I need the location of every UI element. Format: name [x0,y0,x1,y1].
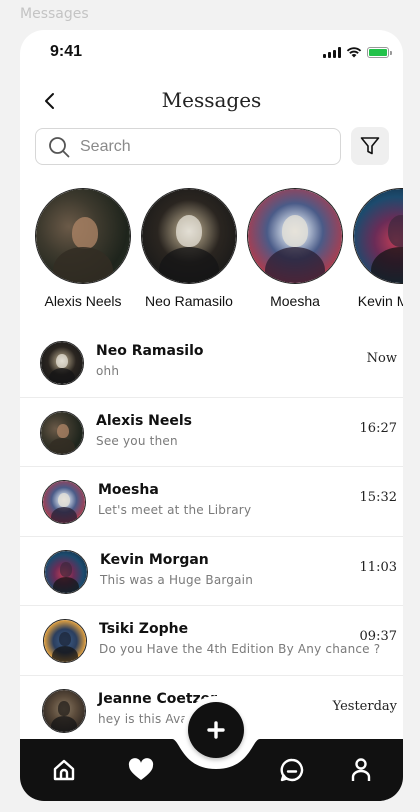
search-input[interactable] [80,137,320,156]
status-icons [323,46,392,58]
message-preview: ohh [96,364,120,378]
status-time: 9:41 [50,43,83,60]
avatar [44,549,88,594]
story-avatar [247,188,343,284]
message-preview: Let's meet at the Library [98,503,252,517]
message-time: 16:27 [359,420,397,436]
avatar [42,688,86,733]
avatar [40,410,84,455]
story-avatar [353,188,403,284]
contact-name: Tsiki Zophe [99,621,189,637]
story-avatar [141,188,237,284]
story-name: Alexis Neels [44,293,122,309]
story-item[interactable]: Kevin Morgan [353,188,403,309]
story-name: Neo Ramasilo [145,293,233,309]
search-bar[interactable] [35,128,341,165]
frame-label: Messages [20,6,89,22]
story-avatar [35,188,131,284]
message-time: 09:37 [359,629,397,644]
filter-icon [360,137,380,155]
contact-name: Moesha [98,482,159,498]
message-time: 15:32 [359,490,397,505]
stories-row: Alexis Neels Neo Ramasilo Moesha Kevin M… [20,188,403,312]
story-item[interactable]: Alexis Neels [35,188,131,309]
story-item[interactable]: Neo Ramasilo [141,188,237,309]
message-time: Yesterday [332,698,397,714]
message-preview: See you then [96,433,178,448]
message-preview: This was a Huge Bargain [100,572,254,587]
message-row[interactable]: Kevin Morgan This was a Huge Bargain 11:… [20,537,403,606]
contact-name: Alexis Neels [96,412,193,429]
header: Messages [20,86,403,116]
tab-messages[interactable] [278,756,306,784]
tab-profile[interactable] [347,756,375,784]
tab-home[interactable] [50,756,78,784]
battery-icon [367,46,392,58]
signal-icon [323,46,341,58]
wifi-icon [346,47,362,58]
story-name: Moesha [270,293,320,309]
message-time: Now [366,351,397,366]
story-item[interactable]: Moesha [247,188,343,309]
new-message-button[interactable] [188,702,244,758]
plus-icon [207,721,225,739]
contact-name: Kevin Morgan [100,551,209,568]
message-row[interactable]: Moesha Let's meet at the Library 15:32 [20,467,403,537]
avatar [40,341,84,385]
status-bar: 9:41 [20,30,403,74]
home-icon [53,759,75,781]
message-preview: Do you Have the 4th Edition By Any chanc… [99,642,381,656]
story-name: Kevin Morgan [357,293,403,309]
message-list: Neo Ramasilo ohh Now Alexis Neels See yo… [20,328,403,745]
message-row[interactable]: Tsiki Zophe Do you Have the 4th Edition … [20,606,403,676]
filter-button[interactable] [351,127,389,165]
search-icon [49,136,70,157]
phone-screen: 9:41 Messages Search Alexis Neels Neo Ra… [20,30,403,801]
message-time: 11:03 [359,559,397,575]
avatar [42,480,86,524]
message-row[interactable]: Alexis Neels See you then 16:27 [20,398,403,467]
message-row[interactable]: Neo Ramasilo ohh Now [20,328,403,398]
avatar [43,619,87,663]
heart-icon [128,758,154,780]
tab-favorites[interactable] [127,756,155,784]
contact-name: Neo Ramasilo [96,343,204,359]
profile-icon [351,758,371,781]
page-title: Messages [161,88,262,112]
chat-icon [280,758,304,782]
